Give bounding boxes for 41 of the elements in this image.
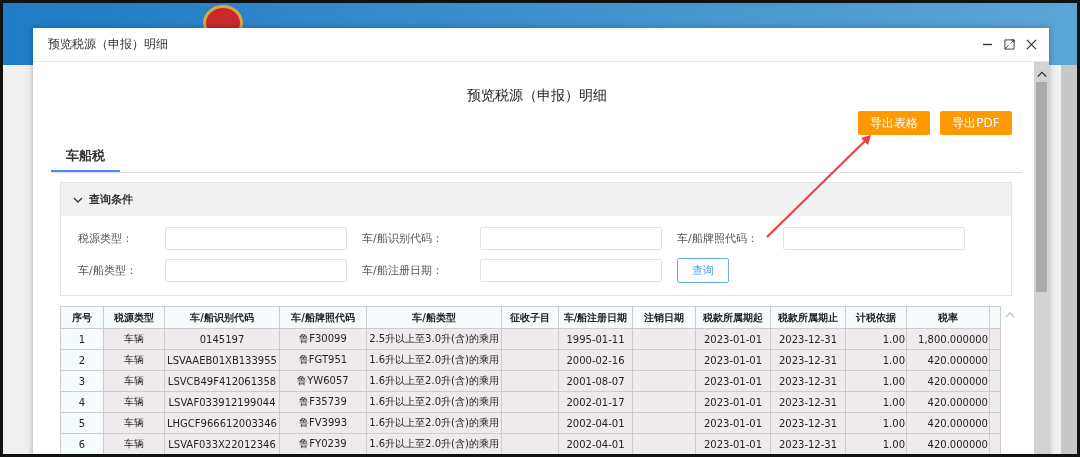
column-header: 税率 bbox=[906, 306, 990, 329]
column-header: 车/船牌照代码 bbox=[279, 306, 367, 329]
search-button[interactable]: 查询 bbox=[677, 258, 729, 283]
scroll-up-icon[interactable] bbox=[1036, 70, 1047, 78]
table-cell: 6 bbox=[60, 433, 104, 454]
column-header: 车/船识别代码 bbox=[164, 306, 280, 329]
column-header: 税款所属期起 bbox=[695, 306, 771, 329]
column-header: 税源类型 bbox=[103, 306, 165, 329]
tab[interactable]: 车船税 bbox=[51, 147, 120, 172]
table-cell: 1 bbox=[60, 328, 104, 350]
column-header: 车/船注册日期 bbox=[558, 306, 633, 329]
input-field[interactable] bbox=[165, 227, 347, 250]
scrollbar-thumb[interactable] bbox=[1036, 82, 1047, 292]
panel-header[interactable]: 查询条件 bbox=[61, 183, 1011, 216]
table-cell: 5 bbox=[60, 412, 104, 434]
column-header: 序号 bbox=[60, 306, 104, 329]
input-field[interactable] bbox=[480, 259, 662, 282]
field-label: 车/船注册日期： bbox=[362, 263, 444, 278]
input-field[interactable] bbox=[480, 227, 662, 250]
table-cell: 3 bbox=[60, 370, 104, 392]
input-field[interactable] bbox=[783, 227, 965, 250]
scrollbar[interactable] bbox=[1034, 62, 1049, 454]
page-heading: 预览税源（申报）明细 bbox=[465, 87, 608, 105]
field-label: 车/船类型： bbox=[78, 263, 138, 278]
maximize-icon[interactable] bbox=[1004, 39, 1015, 50]
window-title: 预览税源（申报）明细 bbox=[48, 36, 168, 53]
column-header: 计税依据 bbox=[845, 306, 907, 329]
field-label: 车/船识别代码： bbox=[362, 231, 444, 246]
table-cell: 4 bbox=[60, 391, 104, 413]
column-header: 征收子目 bbox=[501, 306, 559, 329]
column-header: 车/船类型 bbox=[366, 306, 502, 329]
table-cell: 2 bbox=[60, 349, 104, 371]
input-field[interactable] bbox=[165, 259, 347, 282]
column-header: 注销日期 bbox=[632, 306, 696, 329]
export-table-button[interactable]: 导出表格 bbox=[858, 111, 930, 135]
field-label: 税源类型： bbox=[78, 231, 134, 246]
panel-title: 查询条件 bbox=[89, 192, 133, 207]
field-label: 车/船牌照代码： bbox=[677, 231, 759, 246]
export-pdf-button[interactable]: 导出PDF bbox=[940, 111, 1012, 135]
column-header: 税款所属期止 bbox=[770, 306, 846, 329]
close-icon[interactable] bbox=[1026, 39, 1037, 50]
